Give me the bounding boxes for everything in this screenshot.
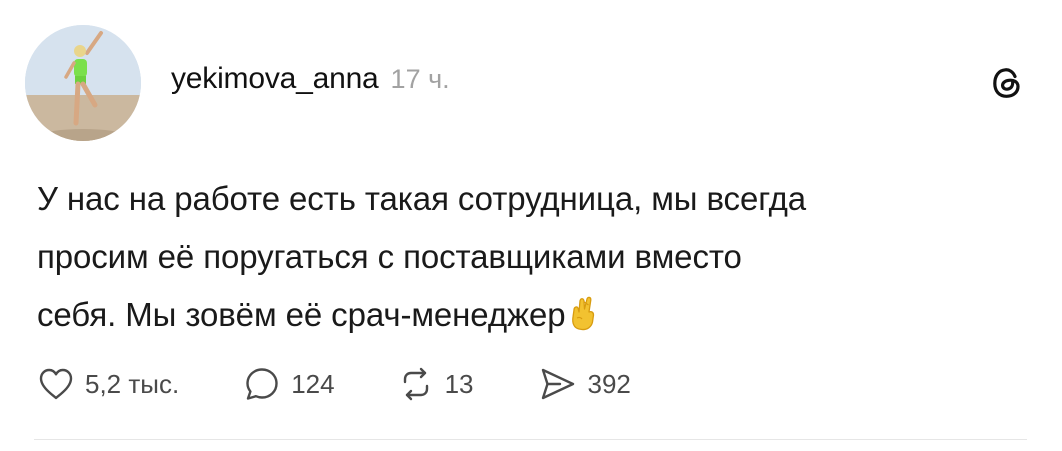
post-text-line-3: себя. Мы зовём её срач-менеджер — [37, 286, 1027, 344]
post-actions: 5,2 тыс. 124 13 392 — [37, 362, 631, 406]
post-header: yekimova_anna 17 ч. — [171, 62, 450, 102]
threads-logo-icon[interactable] — [988, 64, 1026, 102]
repost-icon — [397, 365, 435, 403]
send-icon — [538, 365, 578, 403]
author-username[interactable]: yekimova_anna — [171, 62, 379, 96]
avatar-photo — [25, 25, 141, 141]
comment-count: 124 — [291, 368, 335, 399]
post-divider — [34, 439, 1027, 440]
like-button[interactable]: 5,2 тыс. — [37, 366, 179, 402]
post-text-line-2: просим её поругаться с поставщиками вмес… — [37, 238, 742, 275]
like-count: 5,2 тыс. — [85, 368, 180, 399]
comment-bubble-icon — [243, 365, 281, 403]
repost-button[interactable]: 13 — [397, 365, 474, 403]
post-text-line-3-text: себя. Мы зовём её срач-менеджер — [37, 296, 566, 333]
post-text-line-1: У нас на работе есть такая сотрудница, м… — [37, 180, 807, 217]
thread-post: yekimova_anna 17 ч. У нас на работе есть… — [0, 0, 1062, 451]
share-count: 392 — [587, 368, 631, 399]
post-timestamp: 17 ч. — [390, 64, 450, 94]
share-button[interactable]: 392 — [538, 365, 631, 403]
comment-button[interactable]: 124 — [243, 365, 335, 403]
repost-count: 13 — [444, 368, 474, 399]
avatar[interactable] — [25, 25, 141, 141]
heart-icon — [37, 366, 75, 402]
post-body: У нас на работе есть такая сотрудница, м… — [37, 170, 1027, 344]
crossed-fingers-emoji-icon — [569, 291, 599, 331]
